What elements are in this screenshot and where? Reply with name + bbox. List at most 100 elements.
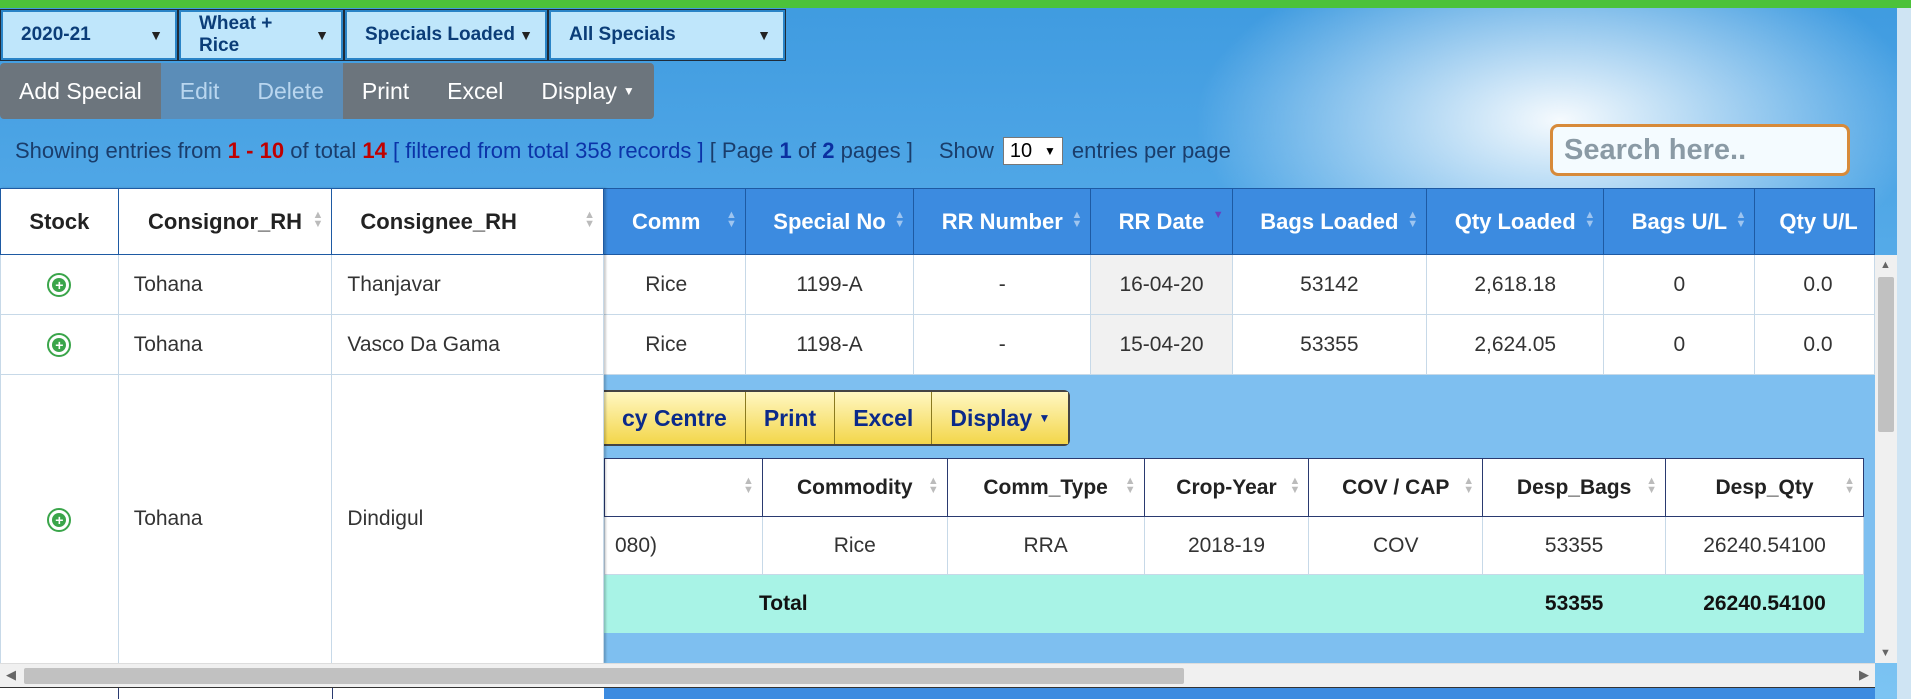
special-no-cell: 1198-A <box>744 314 915 375</box>
detail-table-container: ▲ ▼ Commodity ▲ ▼ Comm_Type ▲ ▼ Crop-Year ▲ ▼ C… <box>604 458 1864 633</box>
next-row-peek <box>0 687 1875 699</box>
print-button[interactable]: Print <box>343 63 428 119</box>
stock-cell[interactable]: + <box>0 254 119 315</box>
status-select[interactable]: Specials Loaded ▼ <box>345 10 547 60</box>
consignee-cell: Dindigul <box>331 374 604 663</box>
sort-icon: ▲ ▼ <box>312 209 324 230</box>
col-qty-loaded[interactable]: Qty Loaded ▲ ▼ <box>1426 188 1605 255</box>
sort-icon: ▲ ▼ <box>1124 475 1136 496</box>
next-row-divider <box>118 688 119 699</box>
filter-bar: 2020-21 ▼ Wheat + Rice ▼ Specials Loaded ▼ … <box>0 9 786 61</box>
display-dropdown-button[interactable]: Display ▼ <box>522 63 653 119</box>
detail-print-button[interactable]: Print <box>744 392 835 444</box>
rr-date-cell: 15-04-20 <box>1090 314 1233 375</box>
detail-col-desp-bags[interactable]: Desp_Bags ▲ ▼ <box>1482 458 1667 517</box>
add-special-button[interactable]: Add Special <box>0 63 161 119</box>
col-bags-ul-label: Bags U/L <box>1631 208 1728 234</box>
stock-cell[interactable]: + <box>0 374 119 663</box>
scroll-left-arrow-icon[interactable]: ◀ <box>6 667 16 683</box>
info-pages-close: pages ] <box>840 138 913 163</box>
horizontal-scrollbar[interactable]: ◀ ▶ <box>0 663 1875 687</box>
fixed-columns: Stock Consignor_RH ▲ ▼ Consignee_RH ▲ ▼ + To… <box>0 188 604 663</box>
detail-col-crop-year[interactable]: Crop-Year ▲ ▼ <box>1143 458 1310 517</box>
col-consignor-header[interactable]: Consignor_RH ▲ ▼ <box>117 188 333 255</box>
commodity-select[interactable]: Wheat + Rice ▼ <box>179 10 343 60</box>
sort-icon: ▲ ▼ <box>1071 209 1083 230</box>
agency-centre-button[interactable]: cy Centre <box>604 392 745 444</box>
bags-loaded-cell: 53142 <box>1231 254 1428 315</box>
sort-icon: ▲ ▼ <box>742 475 754 496</box>
total-desp-bags-cell: 53355 <box>1482 574 1667 633</box>
col-bags-ul[interactable]: Bags U/L ▲ ▼ <box>1603 188 1756 255</box>
detail-col-desp-bags-label: Desp_Bags <box>1516 475 1632 499</box>
detail-row[interactable]: 080) Rice RRA 2018-19 COV 53355 26240.54… <box>604 516 1864 575</box>
col-qty-ul[interactable]: Qty U/L <box>1754 188 1875 255</box>
sort-icon: ▲ ▼ <box>927 475 939 496</box>
status-select-value: Specials Loaded <box>365 24 515 45</box>
col-consignee-header[interactable]: Consignee_RH ▲ ▼ <box>331 188 604 255</box>
detail-col-desp-qty[interactable]: Desp_Qty ▲ ▼ <box>1665 458 1864 517</box>
col-rr-number[interactable]: RR Number ▲ ▼ <box>913 188 1092 255</box>
page-scrollbar-track[interactable] <box>1897 8 1911 699</box>
pagination-info: Showing entries from 1 - 10 of total 14 … <box>15 137 1231 165</box>
bags-ul-cell: 0 <box>1603 314 1756 375</box>
stock-cell[interactable]: + <box>0 314 119 375</box>
sort-icon: ▲ ▼ <box>725 209 737 230</box>
detail-comm-type-cell: RRA <box>946 516 1145 575</box>
year-select[interactable]: 2020-21 ▼ <box>1 10 177 60</box>
next-row-blue <box>604 688 1875 699</box>
expand-plus-icon[interactable]: + <box>47 273 72 297</box>
col-comm[interactable]: Comm ▲ ▼ <box>586 188 746 255</box>
sort-icon: ▲ ▼ <box>1584 209 1596 230</box>
col-special-no[interactable]: Special No ▲ ▼ <box>744 188 915 255</box>
vertical-scrollbar-thumb[interactable] <box>1878 277 1894 432</box>
col-qty-loaded-label: Qty Loaded <box>1454 208 1576 234</box>
table-row[interactable]: + Tohana Dindigul <box>0 374 604 663</box>
col-bags-loaded[interactable]: Bags Loaded ▲ ▼ <box>1231 188 1428 255</box>
table-row[interactable]: + Tohana Vasco Da Gama <box>0 314 604 375</box>
info-prefix: Showing entries from <box>15 138 222 163</box>
detail-col-first[interactable]: ▲ ▼ <box>604 458 763 517</box>
detail-first-cell: 080) <box>604 516 763 575</box>
detail-col-comm-type[interactable]: Comm_Type ▲ ▼ <box>946 458 1145 517</box>
detail-col-commodity[interactable]: Commodity ▲ ▼ <box>761 458 948 517</box>
col-stock-header[interactable]: Stock <box>0 188 119 255</box>
sort-icon: ▲ ▼ <box>584 209 595 230</box>
expand-plus-icon[interactable]: + <box>47 507 72 532</box>
vertical-scrollbar[interactable]: ▲ ▼ <box>1875 255 1897 663</box>
table-row[interactable]: + Tohana Thanjavar <box>0 254 604 315</box>
horizontal-scrollbar-thumb[interactable] <box>24 668 1184 684</box>
specials-select[interactable]: All Specials ▼ <box>549 10 785 60</box>
scroll-right-arrow-icon[interactable]: ▶ <box>1859 667 1869 683</box>
col-bags-loaded-label: Bags Loaded <box>1260 208 1399 234</box>
rr-number-cell: - <box>913 314 1092 375</box>
search-input[interactable]: Search here.. <box>1550 124 1850 176</box>
detail-desp-qty-cell: 26240.54100 <box>1665 516 1864 575</box>
detail-display-button[interactable]: Display ▼ <box>931 392 1069 444</box>
info-dash: - <box>246 138 254 163</box>
chevron-down-icon: ▼ <box>757 27 771 43</box>
col-comm-label: Comm <box>631 208 701 234</box>
detail-cov-cap-cell: COV <box>1308 516 1484 575</box>
entries-per-page-select[interactable]: 10 ▼ <box>1002 137 1063 165</box>
main-toolbar: Add Special Edit Delete Print Excel Disp… <box>0 63 654 119</box>
scroll-down-arrow-icon[interactable]: ▼ <box>1880 647 1891 659</box>
consignor-cell: Tohana <box>117 254 333 315</box>
sort-desc-icon: ▼ <box>1212 209 1224 221</box>
detail-display-label: Display <box>950 404 1033 431</box>
col-special-no-label: Special No <box>773 208 886 234</box>
delete-button[interactable]: Delete <box>238 63 343 119</box>
edit-button[interactable]: Edit <box>160 63 239 119</box>
scroll-up-arrow-icon[interactable]: ▲ <box>1880 259 1891 271</box>
detail-excel-button[interactable]: Excel <box>834 392 932 444</box>
qty-ul-cell: 0.0 <box>1754 254 1875 315</box>
rr-number-cell: - <box>913 254 1092 315</box>
consignee-cell: Vasco Da Gama <box>331 314 604 375</box>
col-rr-date[interactable]: RR Date ▼ <box>1090 188 1233 255</box>
expand-plus-icon[interactable]: + <box>47 333 72 357</box>
sort-icon: ▲ ▼ <box>1407 209 1419 230</box>
detail-toolbar: cy Centre Print Excel Display ▼ <box>604 390 1071 446</box>
excel-button[interactable]: Excel <box>428 63 522 119</box>
detail-col-cov-cap[interactable]: COV / CAP ▲ ▼ <box>1308 458 1484 517</box>
info-page: 1 <box>779 138 792 163</box>
